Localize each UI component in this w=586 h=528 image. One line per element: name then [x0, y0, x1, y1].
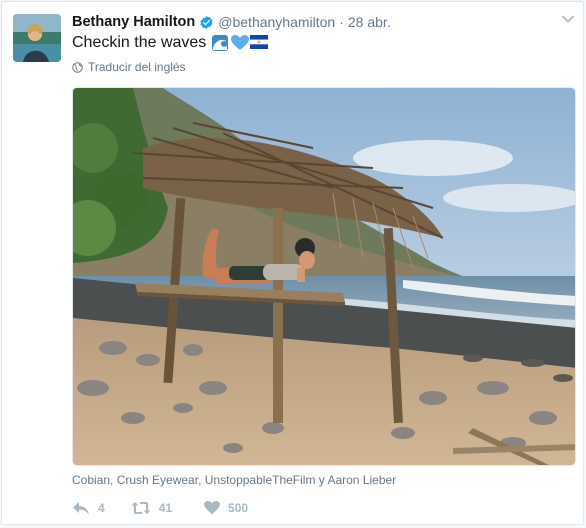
el-salvador-flag-emoji-icon — [250, 35, 269, 51]
translate-link[interactable]: Traducir del inglés — [72, 60, 186, 74]
user-handle[interactable]: @bethanyhamilton — [218, 14, 335, 30]
blue-heart-emoji-icon — [231, 35, 250, 51]
like-button[interactable]: 500 — [204, 501, 248, 515]
translate-label[interactable]: Traducir del inglés — [88, 60, 186, 74]
retweet-count: 41 — [158, 501, 173, 515]
globe-icon — [72, 61, 83, 73]
tweet-actions: 4 41 500 — [72, 498, 274, 518]
heart-icon — [204, 501, 220, 515]
tweet-photo[interactable] — [72, 87, 576, 466]
avatar[interactable] — [13, 14, 61, 62]
reply-icon — [73, 501, 89, 515]
wave-emoji-icon — [212, 35, 229, 51]
reply-count: 4 — [98, 501, 105, 515]
separator-dot: · — [339, 14, 344, 30]
chevron-down-icon[interactable] — [561, 12, 575, 26]
retweet-icon — [131, 502, 151, 514]
tagged-users[interactable]: Cobian, Crush Eyewear, UnstoppableTheFil… — [72, 473, 396, 487]
tweet-header: Bethany Hamilton @bethanyhamilton · 28 a… — [72, 12, 391, 32]
reply-button[interactable]: 4 — [72, 501, 105, 516]
tweet-text-body: Checkin the waves — [72, 34, 207, 51]
like-count: 500 — [228, 501, 249, 515]
display-name[interactable]: Bethany Hamilton — [72, 14, 195, 30]
verified-badge-icon — [199, 15, 214, 30]
tweet-timestamp[interactable]: 28 abr. — [348, 14, 391, 30]
retweet-button[interactable]: 41 — [131, 501, 172, 515]
tweet-card[interactable]: Bethany Hamilton @bethanyhamilton · 28 a… — [1, 1, 584, 525]
tweet-text: Checkin the waves — [72, 33, 269, 53]
